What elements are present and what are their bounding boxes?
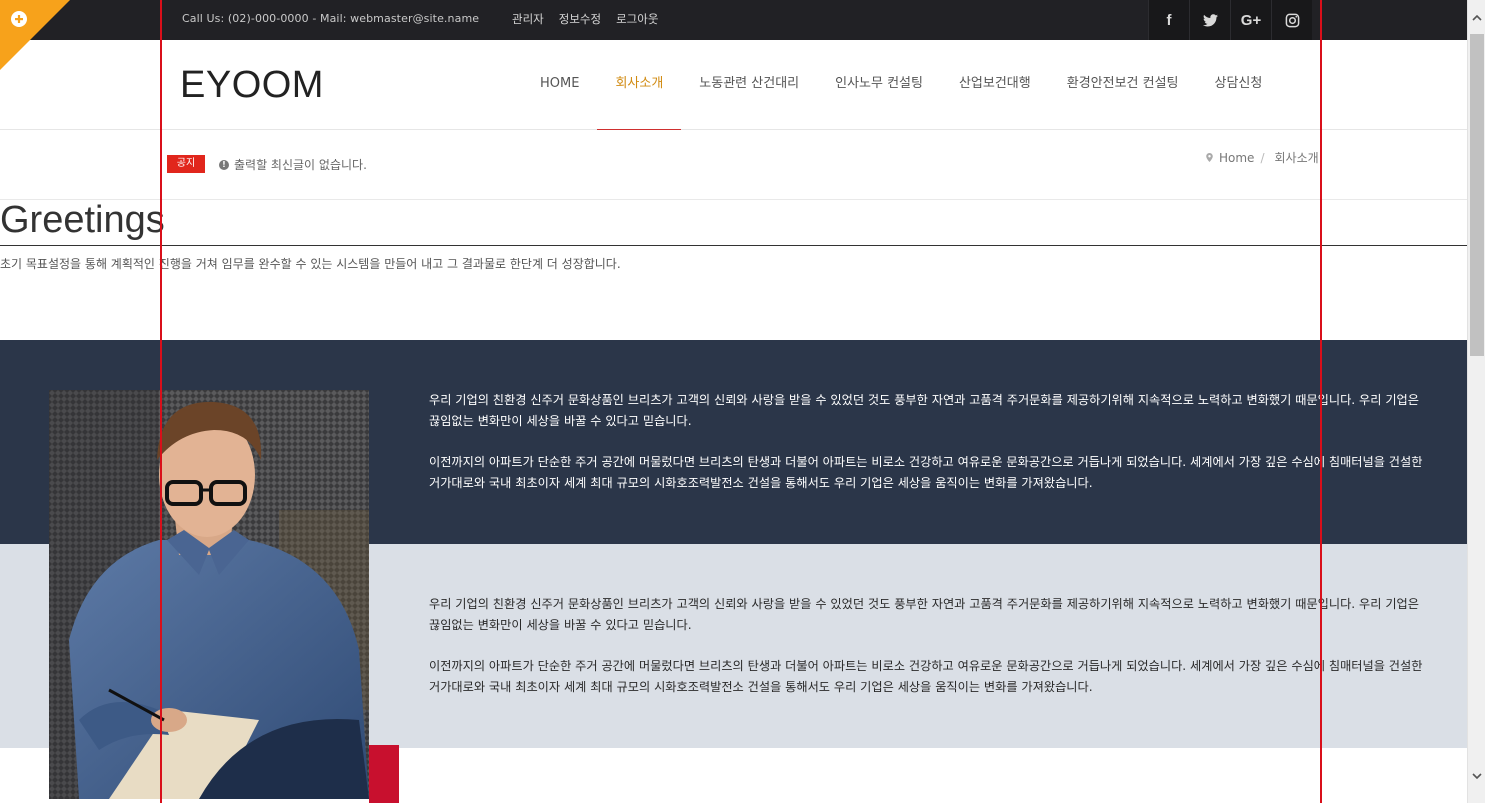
site-header: EYOOM HOME 회사소개 노동관련 산건대리 인사노무 컨설팅 산업보건대…	[0, 40, 1467, 130]
layout-guide-line-right	[1320, 0, 1322, 803]
nav-item-about[interactable]: 회사소개	[597, 40, 682, 130]
google-plus-icon[interactable]: G+	[1230, 0, 1271, 40]
intro-paragraph: 이전까지의 아파트가 단순한 주거 공간에 머물렀다면 브리츠의 탄생과 더불어…	[429, 659, 1423, 694]
breadcrumb: Home / 회사소개	[1206, 149, 1319, 166]
man-writing-photo	[49, 390, 369, 799]
nav-item-hr-consulting[interactable]: 인사노무 컨설팅	[817, 40, 941, 130]
nav-item-home[interactable]: HOME	[522, 40, 597, 130]
accent-block	[369, 745, 399, 803]
intro-paragraph: 우리 기업의 친환경 신주거 문화상품인 브리츠가 고객의 신뢰와 사랑을 받을…	[429, 393, 1419, 428]
contact-info: Call Us: (02)-000-0000 - Mail: webmaster…	[182, 12, 480, 25]
breadcrumb-current: 회사소개	[1274, 151, 1319, 165]
site-logo[interactable]: EYOOM	[180, 64, 324, 107]
exclamation-circle-icon: !	[219, 159, 229, 170]
facebook-icon[interactable]: f	[1148, 0, 1189, 40]
top-bar: Call Us: (02)-000-0000 - Mail: webmaster…	[0, 0, 1467, 40]
chevron-up-icon[interactable]	[1468, 8, 1485, 28]
plus-circle-icon[interactable]	[0, 0, 70, 70]
breadcrumb-separator: /	[1260, 150, 1265, 165]
nav-item-safety-consulting[interactable]: 환경안전보건 컨설팅	[1049, 40, 1197, 130]
social-links: f G+	[1148, 0, 1312, 40]
instagram-icon[interactable]	[1271, 0, 1312, 40]
notice-bar: 공지 ! 출력할 최신글이 없습니다. Home / 회사소개	[0, 130, 1467, 200]
top-links: 관리자 정보수정 로그아웃	[512, 11, 658, 27]
notice-message: ! 출력할 최신글이 없습니다.	[219, 156, 367, 173]
logout-link[interactable]: 로그아웃	[616, 11, 658, 27]
intro-paragraph: 이전까지의 아파트가 단순한 주거 공간에 머물렀다면 브리츠의 탄생과 더불어…	[429, 455, 1423, 490]
twitter-icon[interactable]	[1189, 0, 1230, 40]
title-divider	[0, 245, 1467, 246]
page-description: 초기 목표설정을 통해 계획적인 진행을 거쳐 임무를 완수할 수 있는 시스템…	[0, 257, 621, 271]
admin-link[interactable]: 관리자	[512, 11, 544, 27]
nav-item-health-agency[interactable]: 산업보건대행	[941, 40, 1049, 130]
notice-text: 출력할 최신글이 없습니다.	[234, 158, 367, 172]
layout-guide-line-left	[160, 0, 162, 803]
main-nav: HOME 회사소개 노동관련 산건대리 인사노무 컨설팅 산업보건대행 환경안전…	[522, 40, 1280, 130]
intro-paragraph: 우리 기업의 친환경 신주거 문화상품인 브리츠가 고객의 신뢰와 사랑을 받을…	[429, 597, 1419, 632]
notice-tag: 공지	[167, 155, 205, 173]
page-title: Greetings	[0, 199, 165, 241]
nav-item-labor-agency[interactable]: 노동관련 산건대리	[681, 40, 817, 130]
vertical-scrollbar[interactable]	[1467, 0, 1485, 803]
nav-item-consultation[interactable]: 상담신청	[1197, 40, 1281, 130]
chevron-down-icon[interactable]	[1468, 766, 1485, 786]
breadcrumb-home[interactable]: Home	[1219, 151, 1254, 165]
edit-profile-link[interactable]: 정보수정	[559, 11, 601, 27]
scrollbar-thumb[interactable]	[1470, 34, 1484, 356]
map-marker-icon	[1206, 153, 1213, 162]
